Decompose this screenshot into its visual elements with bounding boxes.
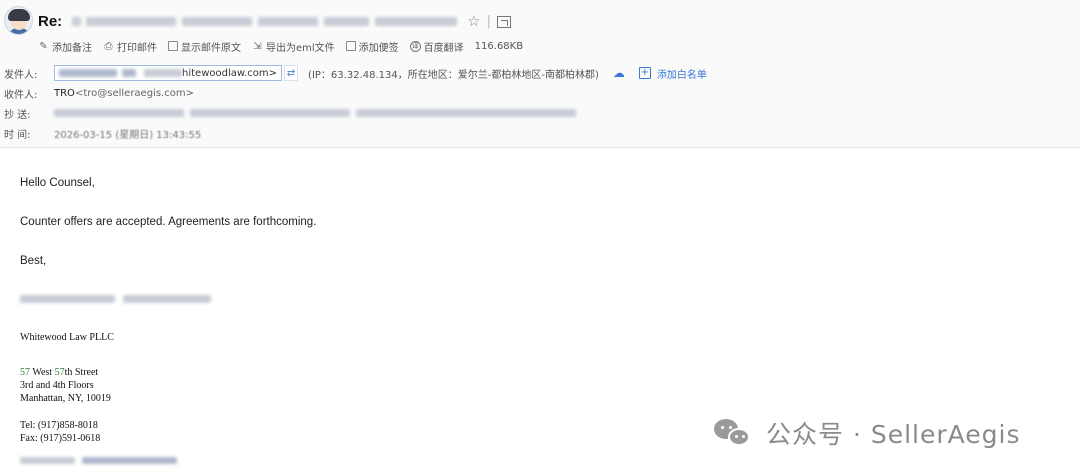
telephone: Tel: (917)858-8018: [20, 420, 98, 431]
time-label: 时 间:: [4, 129, 31, 141]
sender-email-domain: hitewoodlaw.com>: [182, 67, 278, 79]
star-icon[interactable]: ☆: [467, 12, 480, 30]
sent-time: 2026-03-15 (星期日) 13:43:55: [54, 129, 202, 141]
address-line-1: 57 West 57th Street: [20, 366, 98, 379]
cc-label: 抄 送:: [4, 109, 31, 121]
cloud-icon[interactable]: ☁: [613, 66, 625, 80]
subject-prefix: Re:: [38, 12, 63, 30]
body-line: Counter offers are accepted. Agreements …: [20, 216, 317, 228]
mail-toolbar: ✎ 添加备注 ⎙ 打印邮件 显示邮件原文 ⇲ 导出为eml文件 添加便签 译 百…: [38, 38, 523, 54]
redacted-sender-email: [144, 69, 182, 77]
watermark: 公众号 · SellerAegis: [714, 413, 1021, 453]
from-label: 发件人:: [4, 69, 38, 81]
add-whitelist-button[interactable]: + 添加白名单: [638, 66, 707, 81]
add-remark-button[interactable]: ✎ 添加备注: [38, 39, 92, 54]
address-number: 57: [54, 367, 65, 378]
redacted-sender-name: [59, 69, 117, 77]
recipient-address[interactable]: <tro@selleraegis.com>: [75, 88, 194, 99]
add-whitelist-label: 添加白名单: [656, 69, 707, 81]
open-window-icon[interactable]: [497, 16, 512, 28]
fax: Fax: (917)591-0618: [20, 433, 101, 444]
export-icon: ⇲: [253, 40, 262, 52]
redacted-subject: [72, 16, 82, 26]
redacted-subject: [86, 16, 177, 26]
sender-avatar[interactable]: [4, 6, 33, 35]
tool-label: 添加便签: [358, 42, 399, 54]
tool-label: 导出为eml文件: [266, 42, 335, 54]
plus-icon: +: [638, 67, 651, 79]
sender-address[interactable]: hitewoodlaw.com>: [54, 65, 283, 81]
cc-row: 抄 送:: [4, 105, 576, 121]
translate-icon: 译: [409, 40, 421, 52]
redacted-subject: [375, 16, 458, 26]
pencil-icon: ✎: [39, 40, 48, 52]
redacted-sender-name: [122, 69, 136, 77]
greeting: Hello Counsel,: [20, 177, 95, 189]
print-button[interactable]: ⎙ 打印邮件: [103, 39, 158, 54]
recipient-name[interactable]: TRO: [54, 88, 75, 99]
email-header: Re: ☆ | ✎ 添加备注 ⎙ 打印邮件 显示邮件原文 ⇲ 导出为eml文件 …: [0, 0, 1080, 148]
divider: |: [486, 13, 492, 29]
to-label: 收件人:: [4, 89, 38, 101]
redacted-cc: [54, 109, 184, 117]
firm-name: Whitewood Law PLLC: [20, 332, 114, 343]
email-subject: Re: ☆ |: [38, 11, 512, 31]
redacted-subject: [182, 16, 253, 26]
redacted-subject: [258, 16, 319, 26]
address-text: West: [30, 367, 55, 378]
time-row: 时 间: 2026-03-15 (星期日) 13:43:55: [4, 125, 201, 141]
sender-options-button[interactable]: ⇄: [284, 65, 299, 81]
source-icon: [168, 41, 178, 51]
to-row: 收件人: TRO <tro@selleraegis.com>: [4, 85, 194, 101]
redacted-sender-signature-name: [20, 294, 211, 304]
printer-icon: ⎙: [104, 40, 113, 52]
view-source-button[interactable]: 显示邮件原文: [168, 39, 241, 54]
closing: Best,: [20, 255, 47, 267]
translate-button[interactable]: 译 百度翻译: [409, 39, 464, 54]
tool-label: 显示邮件原文: [181, 42, 241, 54]
redacted-subject: [324, 16, 370, 26]
address-number: 57: [20, 367, 30, 378]
note-icon: [345, 41, 356, 51]
address-line-3: Manhattan, NY, 10019: [20, 393, 111, 404]
redacted-cc: [356, 109, 576, 117]
address-text: th Street: [64, 367, 99, 378]
address-line-2: 3rd and 4th Floors: [20, 380, 94, 391]
from-row: 发件人: hitewoodlaw.com> ⇄ (IP：63.32.48.134…: [4, 65, 707, 81]
export-eml-button[interactable]: ⇲ 导出为eml文件: [252, 39, 335, 54]
tool-label: 百度翻译: [423, 42, 464, 54]
mail-size: 116.68KB: [474, 40, 524, 52]
tool-label: 添加备注: [52, 42, 92, 54]
wechat-logo-icon: [714, 417, 754, 449]
watermark-text: 公众号 · SellerAegis: [766, 420, 1021, 449]
add-note-button[interactable]: 添加便签: [345, 39, 399, 54]
redacted-signature-email: [20, 449, 178, 464]
sender-ip-info: (IP：63.32.48.134，所在地区：爱尔兰-都柏林地区-南都柏林郡): [308, 69, 599, 81]
redacted-cc: [190, 109, 350, 117]
tool-label: 打印邮件: [117, 42, 157, 54]
